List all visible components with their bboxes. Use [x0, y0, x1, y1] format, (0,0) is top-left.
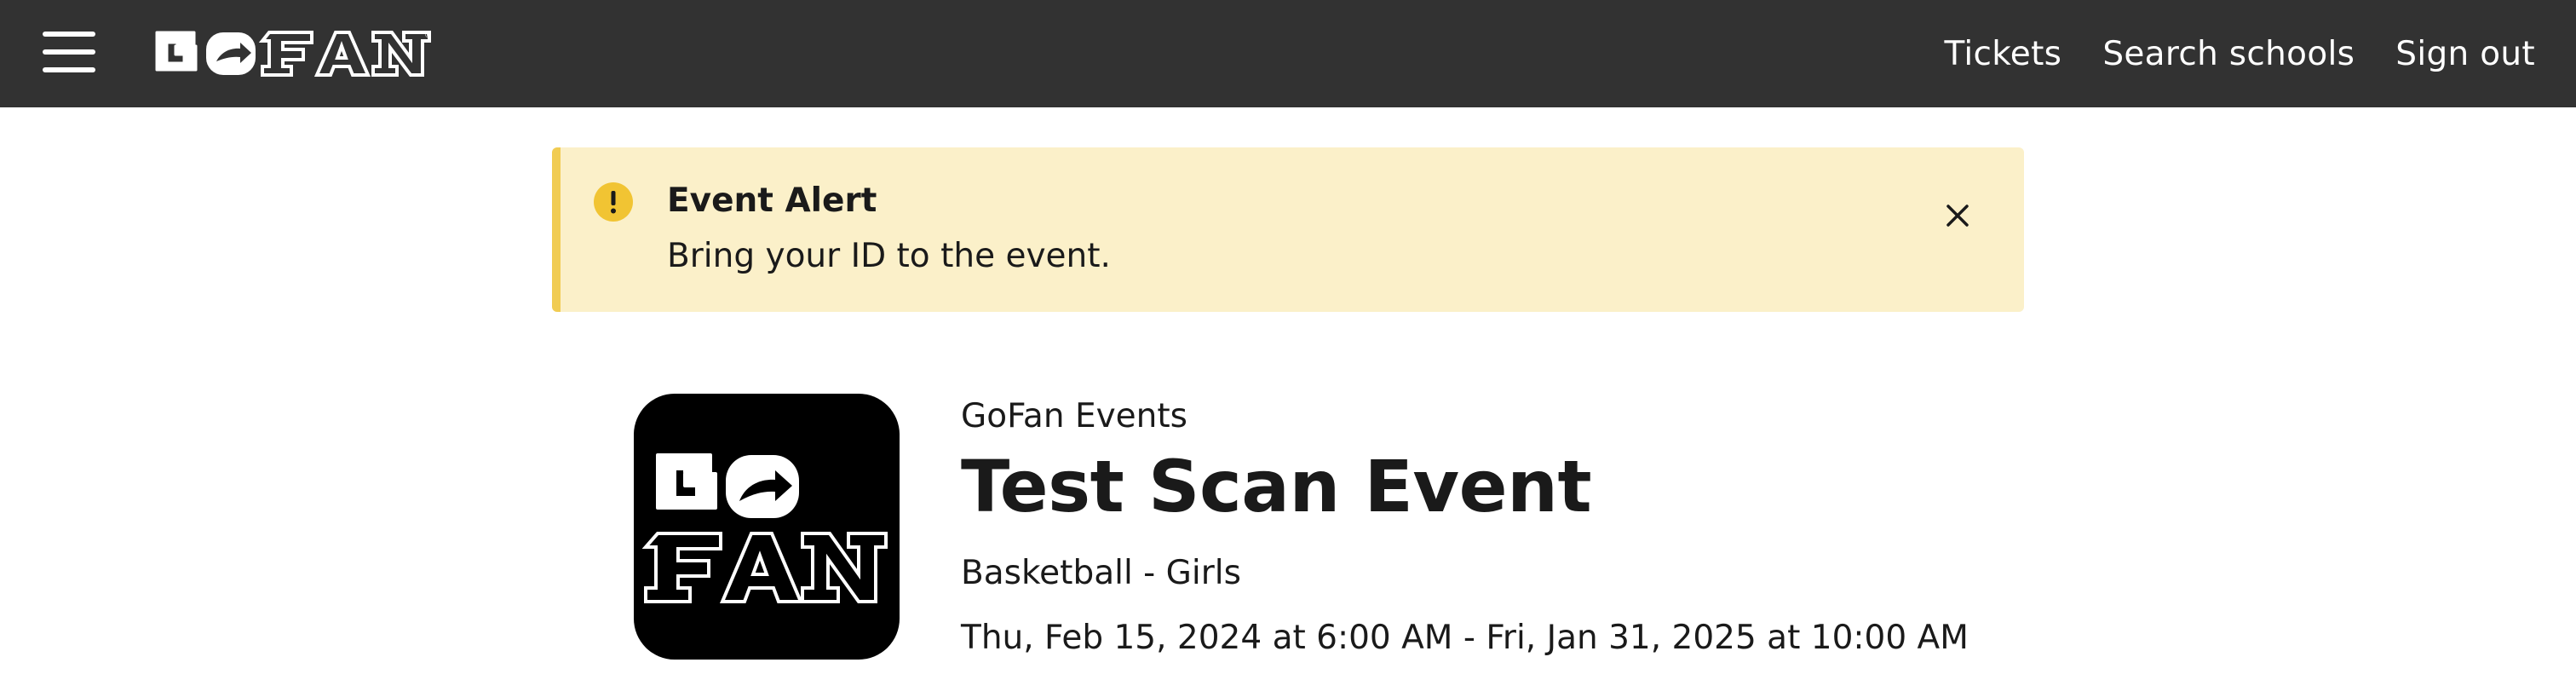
gofan-logo[interactable]: ® [150, 24, 432, 80]
event-alert-banner: Event Alert Bring your ID to the event. [552, 147, 2024, 312]
alert-message: Bring your ID to the event. [667, 237, 1111, 275]
organization-name: GoFan Events [961, 397, 1187, 435]
menu-line [43, 32, 95, 37]
event-sport: Basketball - Girls [961, 554, 1241, 592]
alert-title: Event Alert [667, 182, 877, 220]
nav-search-schools-link[interactable]: Search schools [2102, 35, 2355, 73]
close-icon[interactable] [1941, 199, 1975, 233]
event-dates: Thu, Feb 15, 2024 at 6:00 AM - Fri, Jan … [961, 619, 1969, 657]
menu-line [43, 67, 95, 72]
nav-sign-out-link[interactable]: Sign out [2395, 35, 2535, 73]
event-title: Test Scan Event [961, 445, 1592, 528]
menu-line [43, 49, 95, 55]
event-organization-logo [634, 394, 900, 660]
top-navigation-bar: ® Tickets Search schools Sign out [0, 0, 2576, 107]
exclamation-circle-icon [593, 182, 634, 222]
svg-text:®: ® [424, 32, 431, 40]
hamburger-menu-icon[interactable] [43, 29, 99, 73]
main-nav: Tickets Search schools Sign out [1945, 0, 2536, 107]
nav-tickets-link[interactable]: Tickets [1945, 35, 2062, 73]
